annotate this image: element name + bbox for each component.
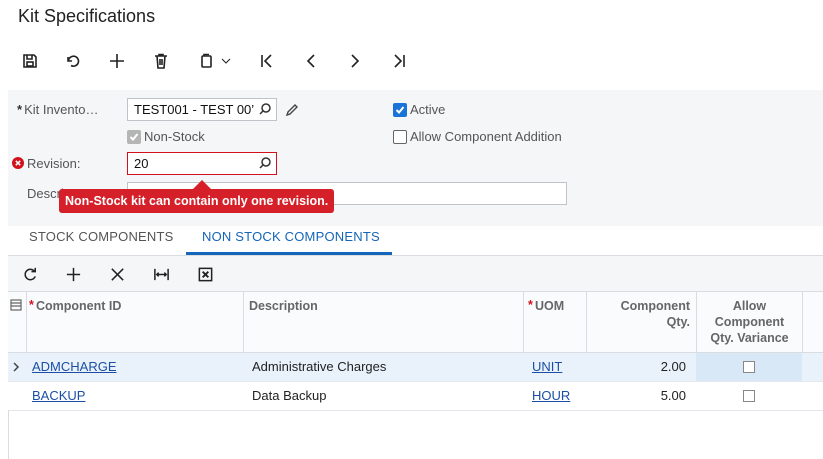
uom-link[interactable]: UNIT — [532, 359, 562, 374]
allow-variance-checkbox[interactable] — [743, 361, 755, 373]
error-icon — [12, 157, 24, 169]
delete-row-icon — [111, 267, 124, 281]
first-record-button[interactable] — [255, 49, 279, 73]
add-button[interactable] — [105, 49, 129, 73]
uom-link[interactable]: HOUR — [532, 388, 570, 403]
non-stock-label: Non-Stock — [144, 129, 205, 144]
checkmark-icon — [395, 106, 405, 114]
qty-cell: 5.00 — [660, 388, 686, 403]
column-header-uom[interactable]: * UOM — [523, 292, 586, 353]
revision-label: Revision: — [27, 156, 81, 171]
search-icon[interactable] — [258, 102, 272, 116]
allow-variance-cell — [696, 353, 802, 381]
add-row-button[interactable] — [65, 264, 82, 284]
next-record-icon — [351, 54, 360, 68]
row-selector-icon[interactable] — [10, 299, 22, 311]
fit-columns-button[interactable] — [153, 264, 170, 284]
revision-field[interactable]: 20 — [127, 152, 277, 175]
fit-columns-icon — [154, 268, 169, 280]
description-cell: Data Backup — [252, 388, 327, 403]
undo-button[interactable] — [61, 49, 85, 73]
last-record-button[interactable] — [387, 49, 411, 73]
column-header-allow-variance[interactable]: Allow Component Qty. Variance — [696, 292, 802, 353]
kit-inventory-label: * Kit Invento… — [17, 102, 99, 117]
save-button[interactable] — [18, 49, 42, 73]
delete-row-button[interactable] — [109, 264, 126, 284]
previous-record-button[interactable] — [299, 49, 323, 73]
grid-header: * Component ID Description * UOM Compone… — [8, 292, 823, 353]
chevron-down-icon — [221, 58, 231, 64]
page-title: Kit Specifications — [18, 6, 156, 26]
kit-inventory-field[interactable]: TEST001 - TEST 00’ — [127, 98, 277, 121]
export-excel-button[interactable] — [197, 264, 214, 284]
table-row[interactable]: BACKUP Data Backup HOUR 5.00 — [8, 382, 823, 411]
allow-component-addition-checkbox[interactable] — [393, 130, 407, 144]
grid-toolbar — [8, 256, 823, 292]
refresh-button[interactable] — [22, 264, 39, 284]
error-tooltip: Non-Stock kit can contain only one revis… — [59, 180, 335, 213]
description-cell: Administrative Charges — [252, 359, 387, 374]
export-excel-icon — [198, 267, 213, 281]
delete-button[interactable] — [149, 49, 173, 73]
copy-paste-icon — [201, 53, 212, 68]
table-row[interactable]: ADMCHARGE Administrative Charges UNIT 2.… — [8, 353, 823, 382]
tab-bar: STOCK COMPONENTS NON STOCK COMPONENTS — [8, 226, 823, 256]
tab-stock-components[interactable]: STOCK COMPONENTS — [29, 229, 174, 244]
copy-paste-button[interactable] — [193, 49, 237, 73]
active-tab-indicator — [186, 252, 392, 255]
delete-icon — [155, 53, 167, 69]
refresh-icon — [24, 267, 36, 280]
last-record-icon — [394, 54, 405, 68]
qty-cell: 2.00 — [660, 359, 686, 374]
undo-icon — [67, 55, 80, 67]
grid-border — [8, 410, 9, 459]
first-record-icon — [261, 54, 272, 68]
column-header-description[interactable]: Description — [243, 292, 523, 353]
non-stock-checkbox[interactable] — [127, 130, 141, 144]
column-header-component-id[interactable]: * Component ID — [26, 292, 243, 353]
column-header-component-qty[interactable]: Component Qty. — [586, 292, 696, 353]
search-icon[interactable] — [258, 156, 272, 170]
edit-pencil-icon[interactable] — [284, 102, 300, 118]
active-checkbox[interactable] — [393, 103, 407, 117]
allow-component-addition-label: Allow Component Addition — [410, 129, 562, 144]
previous-record-icon — [306, 54, 315, 68]
save-icon — [23, 54, 37, 68]
checkmark-icon — [129, 133, 139, 141]
add-icon — [110, 54, 124, 68]
component-id-link[interactable]: BACKUP — [32, 388, 85, 403]
active-label: Active — [410, 102, 446, 117]
allow-variance-checkbox[interactable] — [743, 390, 755, 402]
current-row-arrow-icon — [13, 362, 20, 372]
add-row-icon — [66, 267, 81, 281]
next-record-button[interactable] — [343, 49, 367, 73]
column-header-filler — [802, 292, 823, 353]
component-id-link[interactable]: ADMCHARGE — [32, 359, 117, 374]
tab-non-stock-components[interactable]: NON STOCK COMPONENTS — [202, 229, 380, 244]
